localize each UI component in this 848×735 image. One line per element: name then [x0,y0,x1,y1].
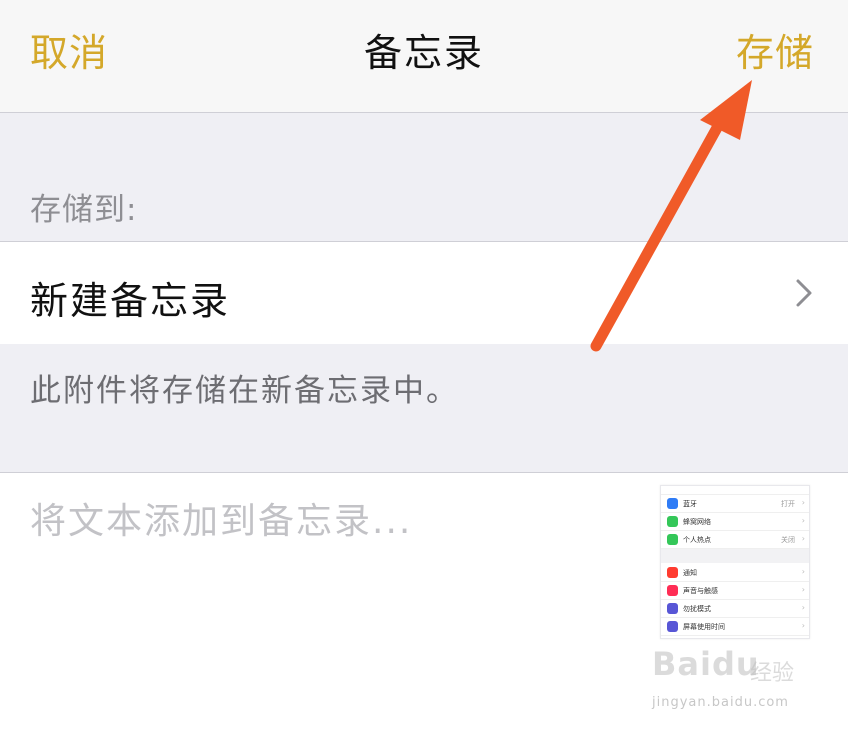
chevron-right-icon: › [801,603,805,612]
chevron-right-icon: › [801,534,805,543]
page-title: 备忘录 [363,31,484,75]
chevron-right-icon: › [801,585,805,594]
chevron-right-icon: › [801,516,805,525]
thumbnail-row: 屏幕使用时间 › [661,618,809,636]
chevron-right-icon [796,279,812,307]
chevron-right-icon: › [801,567,805,576]
notification-icon [667,567,678,578]
hourglass-icon [667,621,678,632]
section-header: 存储到: [30,192,138,228]
sound-icon [667,585,678,596]
section-footer: 此附件将存储在新备忘录中。 [30,373,459,409]
thumbnail-row: 蓝牙 打开 › [661,495,809,513]
moon-icon [667,603,678,614]
thumbnail-row: 蜂窝网络 › [661,513,809,531]
watermark-url: jingyan.baidu.com [652,695,789,710]
thumbnail-row: 声音与触感 › [661,582,809,600]
new-note-cell[interactable]: 新建备忘录 [0,241,848,345]
baidu-watermark: Baidu 经验 jingyan.baidu.com [652,645,812,720]
navigation-bar: 取消 备忘录 存储 [0,0,848,113]
new-note-label: 新建备忘录 [30,279,231,323]
thumbnail-row: 勿扰模式 › [661,600,809,618]
note-text-input[interactable] [30,496,610,546]
bluetooth-icon [667,498,678,509]
save-button[interactable]: 存储 [736,22,814,77]
thumbnail-row: 通知 › [661,564,809,582]
hotspot-icon [667,534,678,545]
chevron-right-icon: › [801,498,805,507]
cellular-icon [667,516,678,527]
watermark-tagline: 经验 [750,661,795,686]
chevron-right-icon: › [801,621,805,630]
attachment-thumbnail: 蓝牙 打开 › 蜂窝网络 › 个人热点 关闭 › 通知 › 声音与触感 › 勿扰… [660,485,810,639]
thumbnail-row: 个人热点 关闭 › [661,531,809,549]
watermark-logo: Baidu [652,645,760,683]
